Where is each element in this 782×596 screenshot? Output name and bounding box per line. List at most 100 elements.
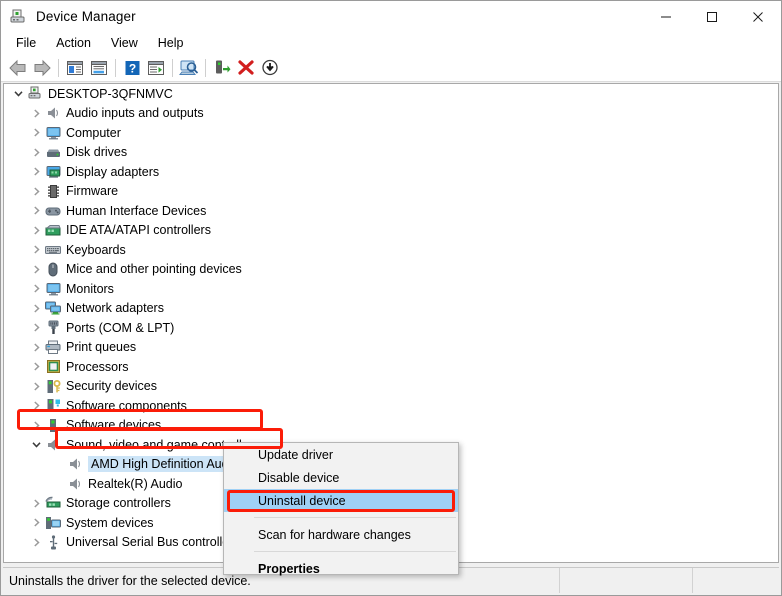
tree-item-label: Software devices (66, 418, 162, 433)
toolbar-separator (58, 58, 59, 77)
chevron-right-icon[interactable] (28, 513, 44, 532)
chevron-right-icon[interactable] (28, 201, 44, 220)
context-menu-separator (254, 517, 456, 518)
chevron-right-icon[interactable] (28, 104, 44, 123)
software-dev-icon (44, 417, 62, 434)
minimize-button[interactable] (643, 1, 689, 32)
context-menu-item-scan-for-hardware-changes[interactable]: Scan for hardware changes (224, 523, 458, 546)
usb-icon (44, 534, 62, 551)
context-menu-item-properties[interactable]: Properties (224, 557, 458, 580)
chevron-right-icon[interactable] (28, 143, 44, 162)
back-icon[interactable] (6, 56, 30, 80)
menu-file[interactable]: File (6, 34, 46, 52)
storage-icon (44, 495, 62, 512)
disable-device-icon[interactable] (258, 56, 282, 80)
tree-item-print-queues[interactable]: Print queues (4, 338, 778, 358)
chevron-right-icon[interactable] (28, 357, 44, 376)
device-manager-window: Device Manager File Action View Help ? D… (0, 0, 782, 596)
tree-item-label: IDE ATA/ATAPI controllers (66, 223, 211, 238)
menu-view[interactable]: View (101, 34, 148, 52)
tree-item-audio-inputs-and-outputs[interactable]: Audio inputs and outputs (4, 104, 778, 124)
tree-item-software-components[interactable]: Software components (4, 396, 778, 416)
tree-item-ports-com-lpt[interactable]: Ports (COM & LPT) (4, 318, 778, 338)
monitor-icon (44, 280, 62, 297)
tree-item-security-devices[interactable]: Security devices (4, 377, 778, 397)
tree-item-network-adapters[interactable]: Network adapters (4, 299, 778, 319)
tree-item-computer[interactable]: Computer (4, 123, 778, 143)
chevron-right-icon[interactable] (28, 396, 44, 415)
chevron-right-icon[interactable] (28, 494, 44, 513)
close-button[interactable] (735, 1, 781, 32)
tree-item-label: Disk drives (66, 145, 128, 160)
maximize-button[interactable] (689, 1, 735, 32)
context-menu-item-disable-device[interactable]: Disable device (224, 466, 458, 489)
tree-item-label: Human Interface Devices (66, 203, 207, 218)
tree-root-label: DESKTOP-3QFNMVC (48, 86, 173, 101)
uninstall-device-icon[interactable] (234, 56, 258, 80)
device-context-menu[interactable]: Update driver Disable device Uninstall d… (223, 442, 459, 576)
tree-item-firmware[interactable]: Firmware (4, 182, 778, 202)
show-hide-action-pane-icon[interactable] (144, 56, 168, 80)
chevron-right-icon[interactable] (28, 533, 44, 552)
chevron-right-icon[interactable] (28, 299, 44, 318)
tree-item-ide-ata-atapi-controllers[interactable]: IDE ATA/ATAPI controllers (4, 221, 778, 241)
tree-item-disk-drives[interactable]: Disk drives (4, 143, 778, 163)
menu-bar: File Action View Help (1, 32, 781, 54)
tree-item-label: Ports (COM & LPT) (66, 320, 175, 335)
context-menu-separator (254, 551, 456, 552)
chevron-right-icon[interactable] (28, 221, 44, 240)
status-segment-2 (692, 568, 779, 593)
tree-item-display-adapters[interactable]: Display adapters (4, 162, 778, 182)
tree-root-desktop[interactable]: DESKTOP-3QFNMVC (4, 84, 778, 104)
scan-for-hardware-changes-icon[interactable] (177, 56, 201, 80)
window-controls (643, 1, 781, 32)
computer-root-icon (26, 85, 44, 102)
help-icon[interactable]: ? (120, 56, 144, 80)
toolbar: ? (1, 54, 781, 82)
chevron-right-icon[interactable] (28, 279, 44, 298)
context-menu-item-uninstall-device[interactable]: Uninstall device (224, 489, 458, 512)
tree-item-mice-and-other-pointing-devices[interactable]: Mice and other pointing devices (4, 260, 778, 280)
gamepad-icon (44, 202, 62, 219)
tree-item-label: Realtek(R) Audio (88, 476, 183, 491)
chevron-down-icon[interactable] (10, 84, 26, 103)
chevron-right-icon[interactable] (28, 416, 44, 435)
chevron-right-icon[interactable] (28, 318, 44, 337)
toolbar-separator (205, 58, 206, 77)
svg-text:?: ? (128, 61, 135, 75)
menu-help[interactable]: Help (148, 34, 194, 52)
tree-item-label: Audio inputs and outputs (66, 106, 204, 121)
chevron-right-icon[interactable] (28, 260, 44, 279)
tree-item-keyboards[interactable]: Keyboards (4, 240, 778, 260)
tree-item-label: Monitors (66, 281, 114, 296)
tree-item-label: Display adapters (66, 164, 160, 179)
chevron-right-icon[interactable] (28, 123, 44, 142)
chip-icon (44, 183, 62, 200)
speaker-icon (44, 436, 62, 453)
tree-item-software-devices[interactable]: Software devices (4, 416, 778, 436)
show-hide-console-tree-icon[interactable] (63, 56, 87, 80)
chevron-right-icon[interactable] (28, 182, 44, 201)
tree-item-human-interface-devices[interactable]: Human Interface Devices (4, 201, 778, 221)
forward-icon[interactable] (30, 56, 54, 80)
chevron-right-icon[interactable] (28, 377, 44, 396)
speaker-icon (66, 456, 84, 473)
chevron-right-icon[interactable] (28, 338, 44, 357)
tree-item-monitors[interactable]: Monitors (4, 279, 778, 299)
tree-item-label: Keyboards (66, 242, 126, 257)
disk-icon (44, 144, 62, 161)
chevron-right-icon[interactable] (28, 162, 44, 181)
context-menu-item-update-driver[interactable]: Update driver (224, 443, 458, 466)
tree-item-label: Network adapters (66, 301, 164, 316)
security-icon (44, 378, 62, 395)
menu-action[interactable]: Action (46, 34, 101, 52)
properties-icon[interactable] (87, 56, 111, 80)
update-driver-icon[interactable] (210, 56, 234, 80)
ide-card-icon (44, 222, 62, 239)
chevron-right-icon[interactable] (28, 240, 44, 259)
tree-item-processors[interactable]: Processors (4, 357, 778, 377)
chevron-down-icon[interactable] (28, 435, 44, 454)
window-title: Device Manager (36, 9, 136, 24)
monitor-icon (44, 124, 62, 141)
keyboard-icon (44, 241, 62, 258)
